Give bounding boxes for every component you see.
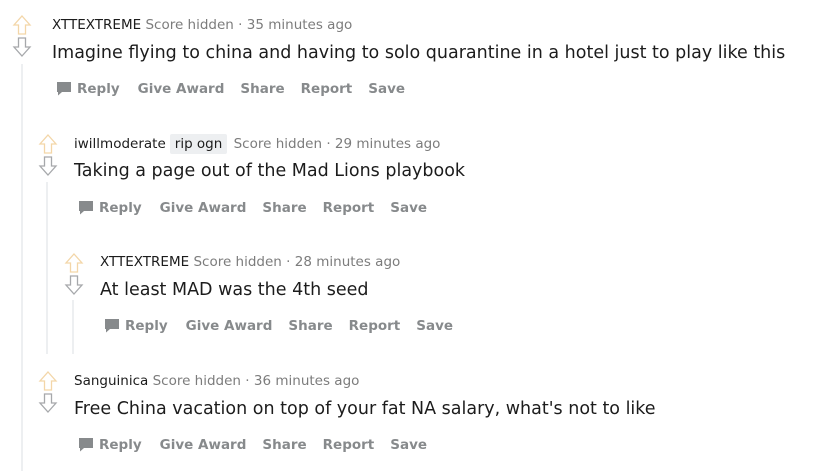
save-button[interactable]: Save <box>390 198 427 218</box>
speech-bubble-icon <box>79 201 93 215</box>
comment-actions: Reply Give Award Share Report Save <box>78 435 443 455</box>
author-link[interactable]: XTTEXTREME <box>100 254 189 270</box>
downvote-button[interactable] <box>38 155 58 177</box>
share-button[interactable]: Share <box>262 435 306 455</box>
downvote-button[interactable] <box>12 36 32 58</box>
upvote-button[interactable] <box>64 252 84 274</box>
comment-actions: Reply Give Award Share Report Save <box>56 79 421 99</box>
report-button[interactable]: Report <box>323 435 375 455</box>
report-button[interactable]: Report <box>349 316 401 336</box>
arrow-up-outline-icon <box>12 15 32 35</box>
arrow-down-outline-icon <box>12 37 32 57</box>
comment-meta: XTTEXTREME Score hidden · 28 minutes ago <box>100 253 400 271</box>
comment-meta: iwillmoderate rip ogn Score hidden · 29 m… <box>74 134 440 154</box>
reply-button[interactable]: Reply <box>56 79 120 99</box>
separator: · <box>286 254 291 270</box>
share-button[interactable]: Share <box>288 316 332 336</box>
arrow-down-outline-icon <box>64 275 84 295</box>
reply-label: Reply <box>125 318 168 334</box>
arrow-up-outline-icon <box>64 253 84 273</box>
user-flair: rip ogn <box>169 134 228 154</box>
score-label: Score hidden <box>145 17 234 33</box>
give-award-button[interactable]: Give Award <box>138 79 225 99</box>
arrow-down-outline-icon <box>38 393 58 413</box>
reply-label: Reply <box>99 437 142 453</box>
comment-body: Taking a page out of the Mad Lions playb… <box>74 161 466 181</box>
reply-button[interactable]: Reply <box>104 316 168 336</box>
author-link[interactable]: XTTEXTREME <box>52 17 141 33</box>
arrow-down-outline-icon <box>38 156 58 176</box>
score-label: Score hidden <box>152 373 241 389</box>
save-button[interactable]: Save <box>416 316 453 336</box>
comment-body: Imagine flying to china and having to so… <box>52 43 786 63</box>
author-link[interactable]: iwillmoderate <box>74 136 166 152</box>
timestamp-link[interactable]: 28 minutes ago <box>295 254 401 270</box>
separator: · <box>238 17 243 33</box>
reply-button[interactable]: Reply <box>78 198 142 218</box>
reply-label: Reply <box>77 81 120 97</box>
comment-body: Free China vacation on top of your fat N… <box>74 399 656 419</box>
report-button[interactable]: Report <box>301 79 353 99</box>
downvote-button[interactable] <box>64 274 84 296</box>
timestamp-link[interactable]: 29 minutes ago <box>335 136 441 152</box>
upvote-button[interactable] <box>38 370 58 392</box>
upvote-button[interactable] <box>12 14 32 36</box>
share-button[interactable]: Share <box>262 198 306 218</box>
arrow-up-outline-icon <box>38 371 58 391</box>
score-label: Score hidden <box>233 136 323 152</box>
timestamp-link[interactable]: 36 minutes ago <box>254 373 360 389</box>
speech-bubble-icon <box>57 82 71 96</box>
share-button[interactable]: Share <box>240 79 284 99</box>
comment-actions: Reply Give Award Share Report Save <box>78 198 443 218</box>
separator: · <box>326 136 331 152</box>
timestamp-link[interactable]: 35 minutes ago <box>247 17 353 33</box>
separator: · <box>245 373 250 389</box>
author-link[interactable]: Sanguinica <box>74 373 148 389</box>
save-button[interactable]: Save <box>368 79 405 99</box>
reply-button[interactable]: Reply <box>78 435 142 455</box>
report-button[interactable]: Report <box>323 198 375 218</box>
arrow-up-outline-icon <box>38 134 58 154</box>
give-award-button[interactable]: Give Award <box>186 316 273 336</box>
reply-label: Reply <box>99 200 142 216</box>
give-award-button[interactable]: Give Award <box>160 198 247 218</box>
comment-actions: Reply Give Award Share Report Save <box>104 316 469 336</box>
comment-meta: XTTEXTREME Score hidden · 35 minutes ago <box>52 16 352 34</box>
upvote-button[interactable] <box>38 133 58 155</box>
speech-bubble-icon <box>79 438 93 452</box>
thread-line-level-2[interactable] <box>46 182 48 354</box>
give-award-button[interactable]: Give Award <box>160 435 247 455</box>
speech-bubble-icon <box>105 319 119 333</box>
downvote-button[interactable] <box>38 392 58 414</box>
score-label: Score hidden <box>193 254 282 270</box>
thread-line-level-1[interactable] <box>21 64 23 471</box>
thread-line-level-3[interactable] <box>72 300 74 354</box>
comment-meta: Sanguinica Score hidden · 36 minutes ago <box>74 372 359 390</box>
save-button[interactable]: Save <box>390 435 427 455</box>
comment-body: At least MAD was the 4th seed <box>100 280 369 300</box>
